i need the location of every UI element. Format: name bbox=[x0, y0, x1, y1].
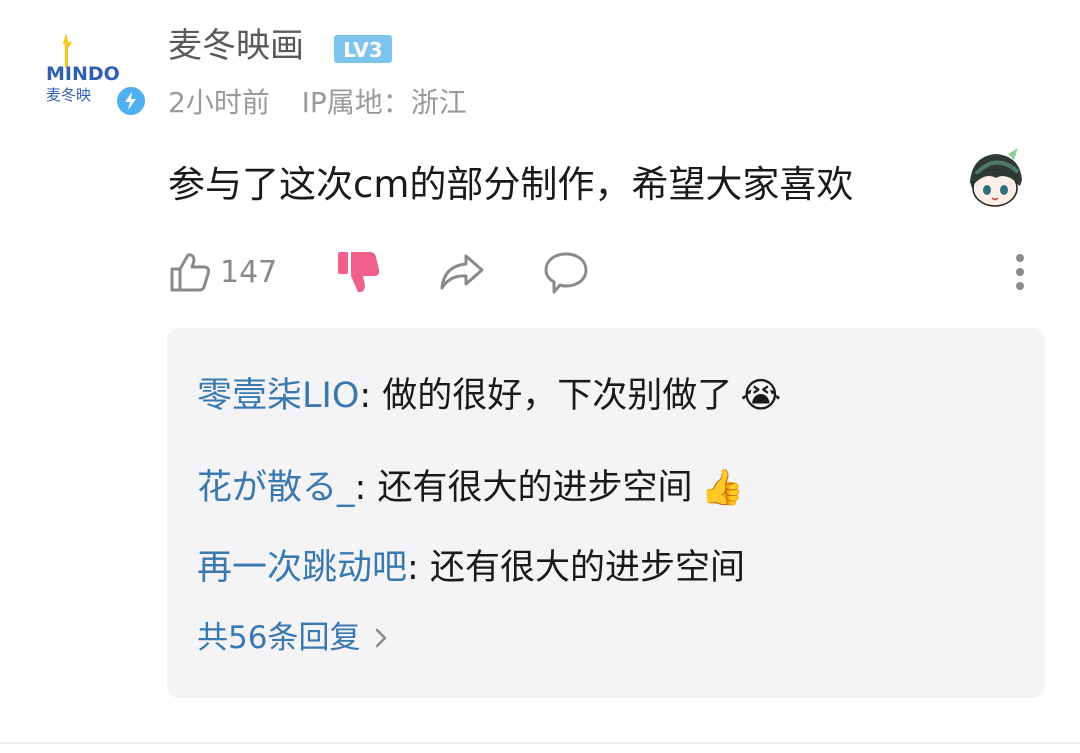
reply-text: 做的很好，下次别做了 bbox=[382, 376, 733, 416]
share-button[interactable] bbox=[438, 246, 486, 298]
chevron-right-icon bbox=[376, 628, 387, 648]
reply-item[interactable]: 零壹柒LIO : 做的很好，下次别做了 😭 bbox=[197, 372, 781, 420]
ip-location: IP属地：浙江 bbox=[301, 86, 467, 119]
reply-text: 还有很大的进步空间 bbox=[377, 468, 693, 508]
comment-time: 2小时前 bbox=[168, 86, 270, 119]
comment-card: MINDO 麦冬映 麦冬映画 LV3 2小时前 IP属地：浙江 参与了这次cm的… bbox=[0, 0, 1080, 753]
share-icon bbox=[440, 254, 484, 290]
comment-actions: 147 bbox=[168, 246, 1048, 298]
reply-author[interactable]: 零壹柒LIO bbox=[197, 372, 359, 420]
more-vertical-icon bbox=[1016, 254, 1024, 290]
crying-emoji-icon: 😭 bbox=[740, 376, 782, 416]
level-badge-text: LV3 bbox=[343, 38, 382, 62]
avatar-logo-subtext: 麦冬映 bbox=[46, 86, 91, 104]
reply-preview-panel[interactable]: 零壹柒LIO : 做的很好，下次别做了 😭 花が散る_ : 还有很大的进步空间 … bbox=[167, 328, 1045, 698]
verified-badge-icon bbox=[114, 84, 148, 118]
reply-item[interactable]: 花が散る_ : 还有很大的进步空间 👍 bbox=[197, 464, 744, 512]
avatar[interactable]: MINDO 麦冬映 bbox=[36, 30, 148, 126]
like-button[interactable]: 147 bbox=[168, 246, 277, 298]
avatar-logo-text: MINDO bbox=[46, 63, 120, 85]
reply-author[interactable]: 再一次跳动吧 bbox=[197, 544, 407, 592]
reply-separator: : bbox=[354, 468, 378, 508]
reply-separator: : bbox=[359, 376, 383, 416]
dislike-button[interactable] bbox=[334, 246, 382, 298]
view-all-replies-label: 共56条回复 bbox=[197, 620, 361, 656]
reply-separator: : bbox=[407, 548, 430, 588]
more-options-button[interactable] bbox=[1014, 246, 1026, 298]
divider bbox=[0, 742, 1080, 744]
reply-author[interactable]: 花が散る_ bbox=[197, 464, 355, 512]
view-all-replies-link[interactable]: 共56条回复 bbox=[197, 618, 388, 658]
thumbs-up-icon bbox=[170, 253, 211, 292]
comment-text: 参与了这次cm的部分制作，希望大家喜欢 bbox=[168, 163, 854, 206]
thumbs-up-emoji-icon: 👍 bbox=[700, 468, 745, 508]
reply-text: 还有很大的进步空间 bbox=[429, 548, 745, 588]
thumbs-down-icon bbox=[338, 252, 380, 293]
username[interactable]: 麦冬映画 bbox=[168, 24, 304, 68]
reply-item[interactable]: 再一次跳动吧 : 还有很大的进步空间 bbox=[197, 544, 745, 592]
character-emote-icon bbox=[970, 148, 1022, 207]
like-count: 147 bbox=[220, 254, 278, 290]
reply-button[interactable] bbox=[542, 246, 590, 298]
comment-meta: 2小时前 IP属地：浙江 bbox=[168, 84, 467, 122]
reply-icon bbox=[544, 252, 588, 294]
level-badge: LV3 bbox=[334, 35, 392, 63]
